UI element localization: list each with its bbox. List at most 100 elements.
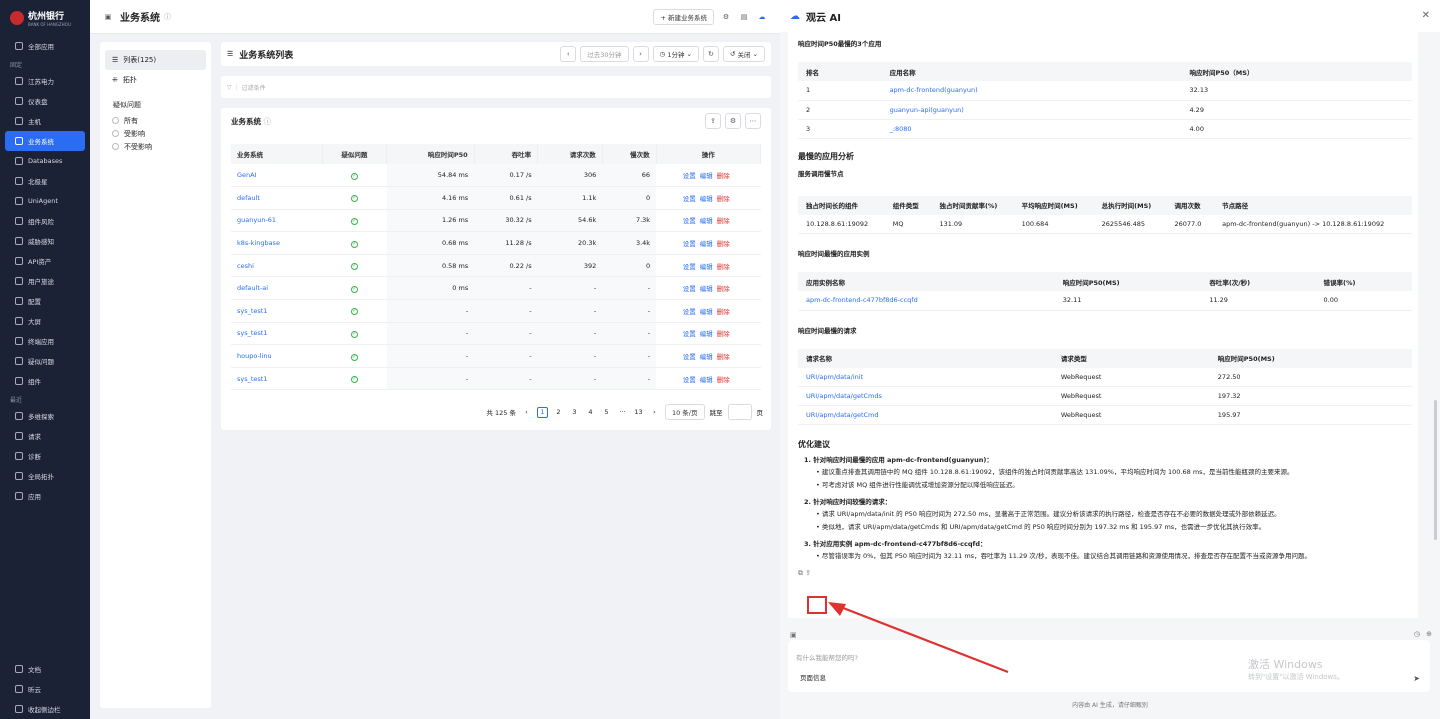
prev-time-button[interactable]: ‹	[560, 46, 577, 62]
table-row[interactable]: default-ai ✓ 0 ms - - - 设置 编辑 删除	[231, 276, 761, 301]
row-link[interactable]: URI/apm/data/getCmd	[798, 405, 1053, 425]
del-link[interactable]: 删除	[717, 308, 730, 316]
settings-icon[interactable]: ⚙	[725, 113, 741, 129]
table-row[interactable]: guanyun-61 ✓ 1.26 ms 30.32 /s 54.6k 7.3k 设置 编辑删…	[231, 209, 761, 233]
history-icon[interactable]: ◷	[1414, 630, 1420, 638]
edit-link[interactable]: 编辑	[700, 240, 713, 248]
sidebar-item-pinned-10[interactable]: 用户旅途	[5, 271, 85, 291]
del-link[interactable]: 删除	[717, 285, 730, 293]
table-row[interactable]: ceshi ✓ 0.58 ms 0.22 /s 392 0 设置 编辑 删除	[231, 254, 761, 278]
sidebar-item-pinned-15[interactable]: 组件	[5, 371, 85, 391]
column-header[interactable]: 吞吐率	[474, 144, 539, 164]
del-link[interactable]: 删除	[717, 195, 730, 203]
column-header[interactable]: 疑似问题	[322, 144, 388, 164]
set-link[interactable]: 设置	[683, 240, 696, 248]
sidebar-item-pinned-13[interactable]: 终端应用	[5, 331, 85, 351]
auto-close-select[interactable]: ↺ 关闭 ⌄	[722, 46, 765, 62]
del-link[interactable]: 删除	[717, 376, 730, 384]
del-link[interactable]: 删除	[717, 217, 730, 225]
row-link[interactable]: URI/apm/data/getCmds	[798, 386, 1053, 406]
edit-link[interactable]: 编辑	[700, 263, 713, 271]
column-header[interactable]: 业务系统	[231, 144, 323, 164]
set-link[interactable]: 设置	[683, 376, 696, 384]
row-link[interactable]: URI/apm/data/init	[798, 367, 1053, 387]
sidebar-item-pinned-1[interactable]: 仪表盘	[5, 91, 85, 111]
table-row[interactable]: sys_test1 ✓ - - - - 设置 编辑 删除	[231, 322, 761, 346]
ai-assistant-icon[interactable]: ☁	[754, 8, 770, 25]
book-icon[interactable]: ▤	[736, 8, 752, 25]
new-chat-icon[interactable]: ⊕	[1426, 630, 1432, 638]
issue-option[interactable]: 不受影响	[105, 140, 206, 153]
set-link[interactable]: 设置	[683, 308, 696, 316]
close-icon[interactable]: ✕	[1422, 10, 1430, 21]
scrollbar[interactable]	[1434, 400, 1437, 540]
set-link[interactable]: 设置	[683, 195, 696, 203]
system-name-link[interactable]: default-ai	[231, 276, 323, 301]
page-button[interactable]: 5	[601, 407, 612, 418]
sidebar-item-pinned-0[interactable]: 江苏电力	[5, 71, 85, 91]
sidebar-item-pinned-2[interactable]: 主机	[5, 111, 85, 131]
table-row[interactable]: GenAI ✓ 54.84 ms 0.17 /s 306 66 设置 编辑 删除	[231, 164, 761, 188]
filter-bar[interactable]: ▽ | 过滤条件	[221, 76, 771, 98]
system-name-link[interactable]: ceshi	[231, 254, 323, 278]
sidebar-item-pinned-6[interactable]: UniAgent	[5, 191, 85, 211]
sidebar-item-pinned-8[interactable]: 威胁感知	[5, 231, 85, 251]
sidebar-item-pinned-9[interactable]: API资产	[5, 251, 85, 271]
system-name-link[interactable]: sys_test1	[231, 367, 323, 391]
row-link[interactable]: apm-dc-frontend(guanyun)	[881, 81, 1182, 101]
sidebar-item-recent-2[interactable]: 诊断	[5, 446, 85, 466]
page-button[interactable]: 4	[585, 407, 596, 418]
radio-icon[interactable]	[112, 143, 119, 150]
next-time-button[interactable]: ›	[632, 46, 649, 62]
del-link[interactable]: 删除	[717, 330, 730, 338]
edit-link[interactable]: 编辑	[700, 376, 713, 384]
export-icon[interactable]: ⇪	[705, 113, 721, 129]
system-name-link[interactable]: k8s-kingbase	[231, 231, 323, 255]
more-icon[interactable]: ⋯	[745, 113, 761, 129]
page-button[interactable]: 1	[536, 406, 548, 418]
view-topology[interactable]: ⁜ 拓扑	[105, 70, 206, 90]
set-link[interactable]: 设置	[683, 263, 696, 271]
del-link[interactable]: 删除	[717, 172, 730, 180]
sidebar-item-pinned-12[interactable]: 大屏	[5, 311, 85, 331]
sidebar-item-recent-3[interactable]: 全局拓扑	[5, 466, 85, 486]
sidebar-item-pinned-5[interactable]: 北极星	[5, 171, 85, 191]
sidebar-item-recent-4[interactable]: 应用	[5, 486, 85, 506]
page-size-select[interactable]: 10 条/页	[664, 404, 705, 420]
set-link[interactable]: 设置	[683, 353, 696, 361]
del-link[interactable]: 删除	[717, 263, 730, 271]
export-icon[interactable]: ⇪	[805, 569, 811, 577]
issue-option[interactable]: 受影响	[105, 127, 206, 140]
sidebar-item-pinned-4[interactable]: Databases	[5, 151, 85, 171]
sidebar-item-pinned-11[interactable]: 配置	[5, 291, 85, 311]
del-link[interactable]: 删除	[717, 240, 730, 248]
edit-link[interactable]: 编辑	[700, 330, 713, 338]
info-icon[interactable]: ⓘ	[264, 117, 272, 126]
refresh-interval-select[interactable]: ◷ 1分钟 ⌄	[652, 46, 699, 62]
new-business-system-button[interactable]: + 新建业务系统	[653, 8, 714, 25]
table-row[interactable]: default ✓ 4.16 ms 0.61 /s 1.1k 0 设置 编辑 删除	[231, 186, 761, 210]
page-button[interactable]: 2	[553, 407, 564, 418]
settings-icon[interactable]: ⚙	[718, 8, 734, 25]
system-name-link[interactable]: houpo-linu	[231, 344, 323, 368]
row-link[interactable]: _:8080	[881, 119, 1182, 139]
radio-icon[interactable]	[112, 117, 119, 124]
table-row[interactable]: k8s-kingbase ✓ 0.68 ms 11.28 /s 20.3k 3.4k 设置编…	[231, 231, 761, 255]
prev-page-button[interactable]: ‹	[521, 407, 532, 418]
edit-link[interactable]: 编辑	[700, 217, 713, 225]
system-name-link[interactable]: GenAI	[231, 164, 323, 188]
sidebar-item-pinned-7[interactable]: 组件风险	[5, 211, 85, 231]
refresh-icon[interactable]: ↻	[702, 46, 719, 62]
del-link[interactable]: 删除	[717, 353, 730, 361]
column-header[interactable]: 操作	[656, 144, 762, 164]
jump-input[interactable]	[727, 404, 752, 420]
radio-icon[interactable]	[112, 130, 119, 137]
table-row[interactable]: sys_test1 ✓ - - - - 设置 编辑 删除	[231, 299, 761, 323]
edit-link[interactable]: 编辑	[700, 172, 713, 180]
system-name-link[interactable]: sys_test1	[231, 299, 323, 323]
help-icon[interactable]: ⓘ	[164, 12, 171, 22]
system-name-link[interactable]: sys_test1	[231, 322, 323, 346]
page-button[interactable]: 3	[569, 407, 580, 418]
edit-link[interactable]: 编辑	[700, 195, 713, 203]
collapse-icon[interactable]: ☰	[227, 50, 233, 58]
